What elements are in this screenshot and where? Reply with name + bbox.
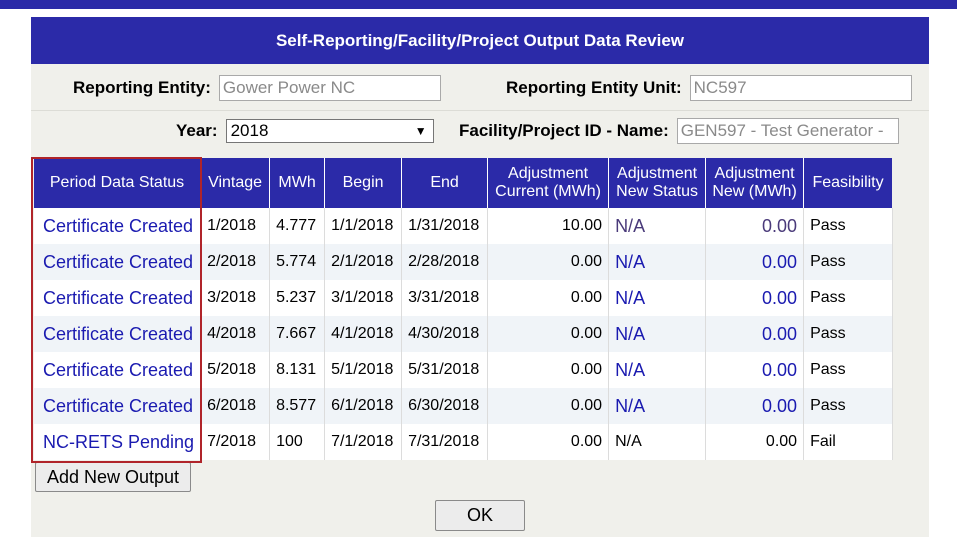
col-adjustment-new-label: Adjustment New (MWh)	[712, 165, 797, 200]
mwh-cell: 8.577	[269, 388, 326, 424]
begin-cell: 3/1/2018	[324, 280, 403, 316]
year-label: Year:	[176, 121, 218, 140]
begin-cell: 1/1/2018	[324, 208, 403, 244]
reporting-entity-label: Reporting Entity:	[73, 78, 211, 97]
adj-current-cell: 0.00	[487, 424, 610, 460]
year-row: Year: 2018 ▼	[176, 119, 434, 143]
adj-status-cell: N/A	[608, 316, 707, 352]
mwh-cell: 4.777	[269, 208, 326, 244]
end-cell: 4/30/2018	[401, 316, 489, 352]
mwh-cell: 5.774	[269, 244, 326, 280]
year-select[interactable]: 2018 ▼	[225, 119, 434, 143]
mwh-cell: 100	[269, 424, 326, 460]
end-cell: 7/31/2018	[401, 424, 489, 460]
feasibility-cell: Pass	[803, 388, 893, 424]
adj-current-cell: 0.00	[487, 388, 610, 424]
col-adjustment-new-status-label: Adjustment New Status	[616, 165, 698, 200]
col-begin[interactable]: Begin	[324, 158, 403, 208]
vintage-cell: 6/2018	[200, 388, 271, 424]
reporting-entity-unit-label: Reporting Entity Unit:	[506, 78, 682, 97]
vintage-cell: 5/2018	[200, 352, 271, 388]
adj-new-cell: 0.00	[705, 424, 805, 460]
adj-current-cell: 0.00	[487, 352, 610, 388]
feasibility-cell: Pass	[803, 352, 893, 388]
col-vintage[interactable]: Vintage	[200, 158, 271, 208]
vintage-cell: 4/2018	[200, 316, 271, 352]
begin-cell: 4/1/2018	[324, 316, 403, 352]
mwh-cell: 5.237	[269, 280, 326, 316]
dialog-title: Self-Reporting/Facility/Project Output D…	[31, 17, 929, 64]
adj-new-cell: 0.00	[705, 208, 805, 244]
adj-status-cell: N/A	[608, 280, 707, 316]
feasibility-cell: Pass	[803, 280, 893, 316]
begin-cell: 5/1/2018	[324, 352, 403, 388]
col-adjustment-new[interactable]: Adjustment New (MWh)	[705, 158, 805, 208]
adj-status-cell: N/A	[608, 388, 707, 424]
form-divider	[31, 110, 929, 111]
end-cell: 6/30/2018	[401, 388, 489, 424]
end-cell: 3/31/2018	[401, 280, 489, 316]
vintage-cell: 1/2018	[200, 208, 271, 244]
adj-new-cell: 0.00	[705, 316, 805, 352]
vintage-cell: 2/2018	[200, 244, 271, 280]
begin-cell: 7/1/2018	[324, 424, 403, 460]
adj-status-cell: N/A	[608, 208, 707, 244]
col-mwh[interactable]: MWh	[269, 158, 326, 208]
feasibility-cell: Pass	[803, 208, 893, 244]
begin-cell: 2/1/2018	[324, 244, 403, 280]
adj-current-cell: 10.00	[487, 208, 610, 244]
facility-row: Facility/Project ID - Name: GEN597 - Tes…	[459, 118, 899, 144]
feasibility-cell: Fail	[803, 424, 893, 460]
add-new-output-button[interactable]: Add New Output	[35, 462, 191, 492]
mwh-cell: 8.131	[269, 352, 326, 388]
adj-new-cell: 0.00	[705, 244, 805, 280]
end-cell: 5/31/2018	[401, 352, 489, 388]
adj-current-cell: 0.00	[487, 280, 610, 316]
col-feasibility[interactable]: Feasibility	[803, 158, 893, 208]
mwh-cell: 7.667	[269, 316, 326, 352]
vintage-cell: 3/2018	[200, 280, 271, 316]
col-end[interactable]: End	[401, 158, 489, 208]
reporting-entity-field[interactable]: Gower Power NC	[218, 75, 441, 101]
adj-current-cell: 0.00	[487, 244, 610, 280]
adj-status-cell: N/A	[608, 352, 707, 388]
feasibility-cell: Pass	[803, 316, 893, 352]
end-cell: 1/31/2018	[401, 208, 489, 244]
facility-field[interactable]: GEN597 - Test Generator -	[676, 118, 899, 144]
col-adjustment-current-label: Adjustment Current (MWh)	[495, 165, 601, 200]
ok-button[interactable]: OK	[435, 500, 525, 531]
adj-status-cell: N/A	[608, 244, 707, 280]
reporting-entity-unit-field[interactable]: NC597	[689, 75, 912, 101]
end-cell: 2/28/2018	[401, 244, 489, 280]
highlight-box	[31, 157, 202, 463]
col-adjustment-current[interactable]: Adjustment Current (MWh)	[487, 158, 610, 208]
vintage-cell: 7/2018	[200, 424, 271, 460]
adj-new-cell: 0.00	[705, 280, 805, 316]
reporting-entity-row: Reporting Entity: Gower Power NC	[73, 75, 441, 101]
adj-current-cell: 0.00	[487, 316, 610, 352]
year-select-value: 2018	[230, 121, 269, 140]
dropdown-arrow-icon: ▼	[414, 124, 427, 138]
begin-cell: 6/1/2018	[324, 388, 403, 424]
feasibility-cell: Pass	[803, 244, 893, 280]
top-bar	[0, 0, 957, 9]
col-adjustment-new-status[interactable]: Adjustment New Status	[608, 158, 707, 208]
facility-label: Facility/Project ID - Name:	[459, 121, 669, 140]
adj-new-cell: 0.00	[705, 388, 805, 424]
adj-new-cell: 0.00	[705, 352, 805, 388]
reporting-entity-unit-row: Reporting Entity Unit: NC597	[506, 75, 912, 101]
adj-status-cell: N/A	[608, 424, 707, 460]
